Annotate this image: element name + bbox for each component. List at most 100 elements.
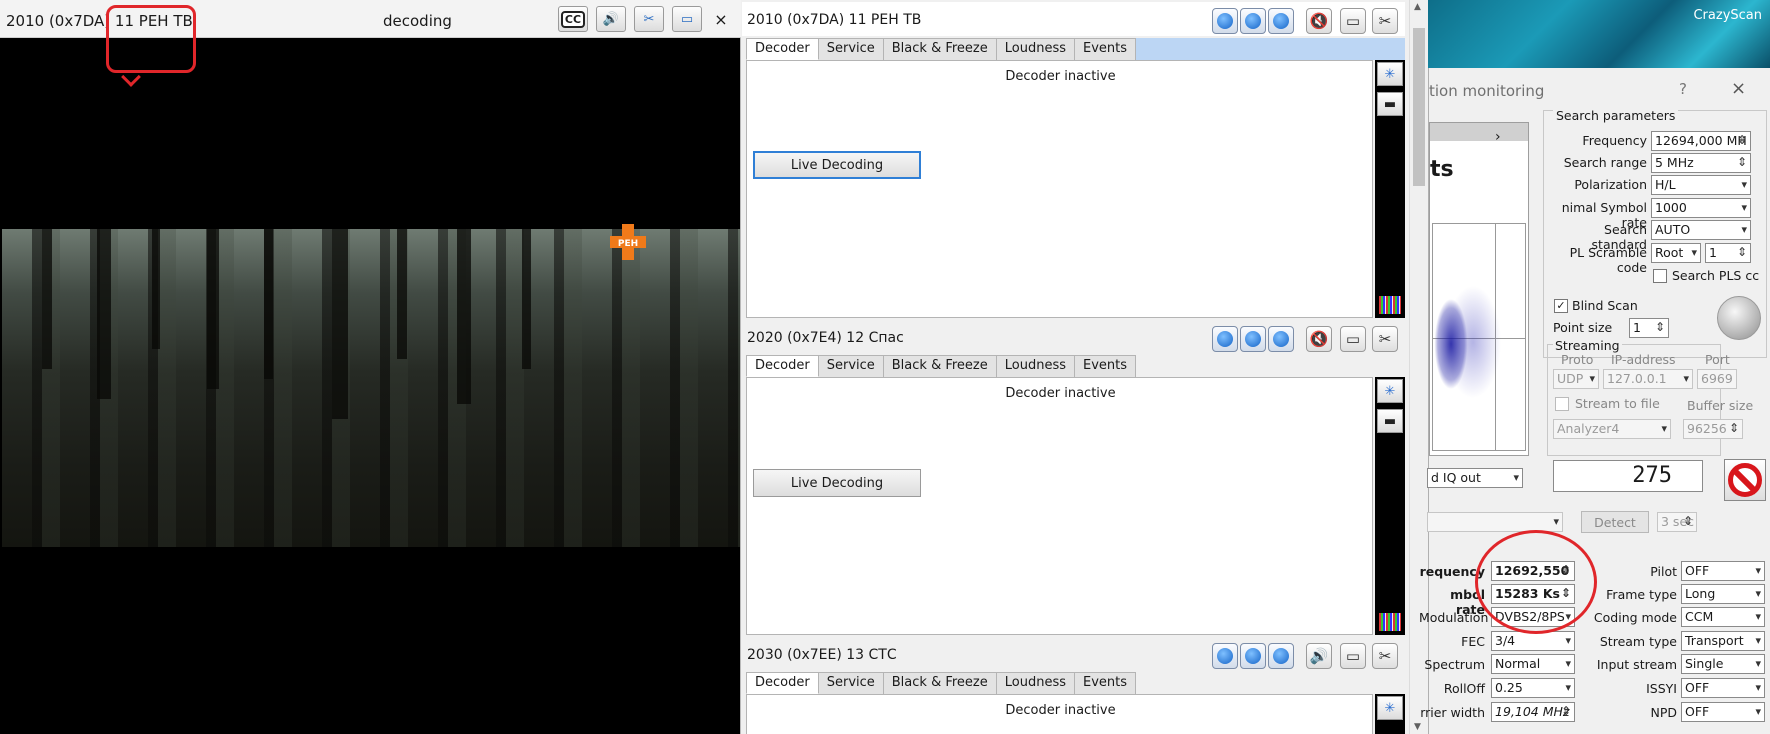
- tab-black-freeze[interactable]: Black & Freeze: [882, 38, 997, 60]
- coding-mode-select[interactable]: CCM: [1681, 607, 1765, 627]
- video-status: decoding: [383, 12, 452, 30]
- snapshot-button[interactable]: ✳: [1377, 62, 1403, 86]
- decoder-header: 2020 (0x7E4) 12 Спас 🔇 ▭ ✂: [742, 320, 1405, 354]
- fec-select[interactable]: 3/4: [1491, 631, 1575, 651]
- search-frequency-input[interactable]: 12694,000 MH: [1651, 131, 1751, 151]
- pls-code-input[interactable]: 1: [1705, 243, 1751, 263]
- polarization-select[interactable]: H/L: [1651, 175, 1751, 195]
- issyi-select[interactable]: OFF: [1681, 678, 1765, 698]
- pilot-select[interactable]: OFF: [1681, 561, 1765, 581]
- decoder-status: Decoder inactive: [1005, 386, 1116, 401]
- constellation-panel: › ts: [1429, 122, 1529, 456]
- tab-events[interactable]: Events: [1074, 355, 1137, 377]
- scrollbar-thumb[interactable]: [1413, 28, 1425, 186]
- monitor-icon: ▭: [680, 11, 694, 27]
- annotation-circle: [1475, 530, 1597, 634]
- tab-black-freeze[interactable]: Black & Freeze: [882, 355, 997, 377]
- volume-button[interactable]: 🔊: [1306, 643, 1332, 669]
- live-decoding-button[interactable]: Live Decoding: [753, 469, 921, 497]
- close-window-button[interactable]: ×: [1731, 78, 1746, 99]
- tab-decoder[interactable]: Decoder: [746, 672, 819, 694]
- ip-address-select[interactable]: 127.0.0.1: [1603, 369, 1693, 389]
- carrier-width-input[interactable]: 19,104 MHz: [1491, 702, 1575, 722]
- scroll-up-icon[interactable]: ▲: [1414, 2, 1421, 12]
- stream-to-file-checkbox[interactable]: [1555, 397, 1569, 411]
- display-button[interactable]: ▭: [1340, 326, 1366, 352]
- chevron-right-icon[interactable]: ›: [1495, 129, 1501, 145]
- pause-button[interactable]: [1240, 326, 1266, 352]
- volume-button[interactable]: 🔊: [596, 6, 626, 32]
- symbol-rate-select[interactable]: 1000: [1651, 198, 1751, 218]
- display-button[interactable]: ▭: [1340, 8, 1366, 34]
- display-button[interactable]: ▭: [672, 6, 702, 32]
- rolloff-label: RollOff: [1443, 681, 1485, 696]
- play-button[interactable]: [1268, 326, 1294, 352]
- play-stop-button[interactable]: [1212, 643, 1238, 669]
- detect-time-select[interactable]: 3 sec: [1657, 512, 1697, 532]
- snapshot-button[interactable]: ✳: [1377, 696, 1403, 720]
- close-video-button[interactable]: ×: [706, 6, 736, 32]
- stop-scan-button[interactable]: [1724, 459, 1766, 501]
- tab-loudness[interactable]: Loudness: [995, 355, 1075, 377]
- stream-type-select[interactable]: Transport: [1681, 631, 1765, 651]
- buffer-size-input[interactable]: 96256: [1683, 419, 1743, 439]
- file-name-select[interactable]: Analyzer4: [1553, 419, 1671, 439]
- tab-decoder[interactable]: Decoder: [746, 38, 819, 60]
- detect-select[interactable]: [1427, 512, 1563, 532]
- input-stream-label: Input stream: [1596, 657, 1677, 672]
- live-decoding-button[interactable]: Live Decoding: [753, 151, 921, 179]
- play-stop-button[interactable]: [1212, 8, 1238, 34]
- rolloff-select[interactable]: 0.25: [1491, 678, 1575, 698]
- blind-scan-checkbox[interactable]: ✓: [1554, 299, 1568, 313]
- search-range-input[interactable]: 5 MHz: [1651, 153, 1751, 173]
- input-stream-select[interactable]: Single: [1681, 654, 1765, 674]
- pause-button[interactable]: [1240, 643, 1266, 669]
- detect-button[interactable]: Detect: [1581, 511, 1649, 533]
- play-button[interactable]: [1268, 643, 1294, 669]
- desktop-app-label[interactable]: CrazyScan: [1693, 8, 1762, 23]
- closed-captions-button[interactable]: CC: [558, 6, 588, 32]
- iq-out-select[interactable]: d IQ out: [1427, 468, 1523, 488]
- tab-events[interactable]: Events: [1074, 38, 1137, 60]
- settings-button[interactable]: ✂: [1372, 643, 1398, 669]
- pause-button[interactable]: [1240, 8, 1266, 34]
- scroll-down-icon[interactable]: ▼: [1414, 722, 1421, 732]
- help-button[interactable]: ?: [1679, 80, 1687, 98]
- proto-select[interactable]: UDP: [1553, 369, 1599, 389]
- fullscreen-button[interactable]: ▬: [1377, 409, 1403, 433]
- decoder-tabs: Decoder Service Black & Freeze Loudness …: [746, 38, 1405, 60]
- play-stop-button[interactable]: [1212, 326, 1238, 352]
- point-size-input[interactable]: 1: [1629, 318, 1669, 338]
- port-input[interactable]: 6969: [1697, 369, 1737, 389]
- monitor-icon: ▭: [1345, 330, 1361, 348]
- tab-service[interactable]: Service: [817, 355, 884, 377]
- monitor-icon: ▬: [1383, 413, 1397, 429]
- pls-mode-select[interactable]: Root: [1651, 243, 1701, 263]
- tab-decoder[interactable]: Decoder: [746, 355, 819, 377]
- snapshot-button[interactable]: ✳: [1377, 379, 1403, 403]
- audio-meter-strip: ✳ ▬: [1375, 377, 1405, 635]
- frame-type-select[interactable]: Long: [1681, 584, 1765, 604]
- settings-button[interactable]: ✂: [634, 6, 664, 32]
- tab-loudness[interactable]: Loudness: [995, 38, 1075, 60]
- spectrum-select[interactable]: Normal: [1491, 654, 1575, 674]
- settings-button[interactable]: ✂: [1372, 326, 1398, 352]
- display-button[interactable]: ▭: [1340, 643, 1366, 669]
- constellation-plot: [1432, 223, 1526, 451]
- globe-icon[interactable]: [1717, 296, 1761, 340]
- fullscreen-button[interactable]: ▬: [1377, 92, 1403, 116]
- carrier-width-label: rrier width: [1420, 705, 1485, 720]
- play-button[interactable]: [1268, 8, 1294, 34]
- settings-button[interactable]: ✂: [1372, 8, 1398, 34]
- search-standard-select[interactable]: AUTO: [1651, 220, 1751, 240]
- search-pls-checkbox[interactable]: [1653, 269, 1667, 283]
- mute-button[interactable]: 🔇: [1306, 326, 1332, 352]
- tab-events[interactable]: Events: [1074, 672, 1137, 694]
- tab-service[interactable]: Service: [817, 672, 884, 694]
- npd-select[interactable]: OFF: [1681, 702, 1765, 722]
- tab-loudness[interactable]: Loudness: [995, 672, 1075, 694]
- tab-black-freeze[interactable]: Black & Freeze: [882, 672, 997, 694]
- mute-button[interactable]: 🔇: [1306, 8, 1332, 34]
- port-label: Port: [1705, 352, 1730, 367]
- tab-service[interactable]: Service: [817, 38, 884, 60]
